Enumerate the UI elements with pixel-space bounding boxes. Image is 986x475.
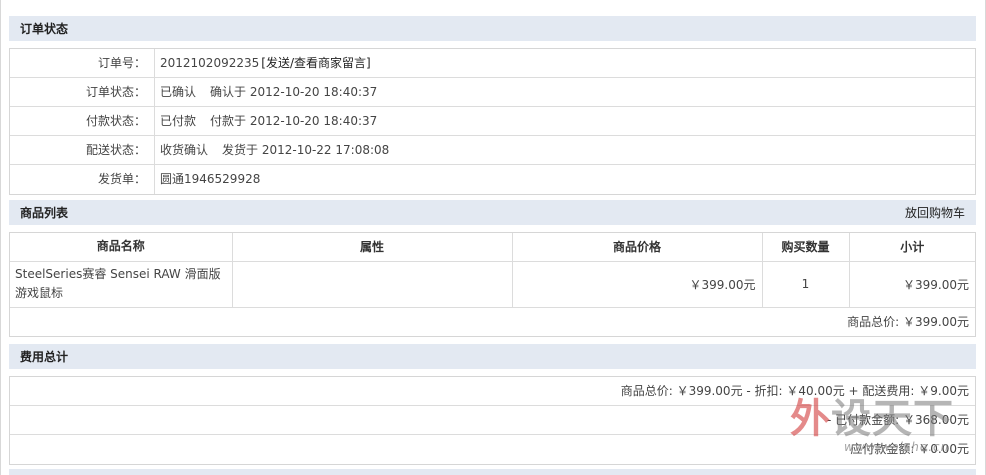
goods-list-title: 商品列表	[20, 206, 69, 220]
goods-table-box: 商品名称 属性 商品价格 购买数量 小计 SteelSeries赛睿 Sense…	[9, 232, 976, 337]
goods-name-link[interactable]: SteelSeries赛睿 Sensei RAW 滑面版游戏鼠标	[10, 261, 233, 308]
fees-table: 商品总价: ￥399.00元 - 折扣: ￥40.00元 + 配送费用: ￥9.…	[9, 376, 976, 465]
invoice-value: 圆通1946529928	[160, 172, 261, 186]
col-subtotal: 小计	[849, 233, 975, 262]
fees-title: 费用总计	[20, 350, 69, 364]
order-number-row: 订单号： 2012102092235 [发送/查看商家留言]	[10, 49, 975, 78]
amount-due: 应付款金额: ￥0.00元	[850, 442, 969, 456]
goods-attributes	[232, 261, 513, 308]
merchant-message-link[interactable]: [发送/查看商家留言]	[261, 56, 370, 70]
order-status-title: 订单状态	[20, 22, 69, 36]
shipping-state: 收货确认	[160, 143, 209, 157]
goods-list-header: 商品列表 放回购物车	[9, 200, 976, 225]
shipping-state-label: 配送状态：	[10, 136, 155, 164]
goods-quantity: 1	[762, 261, 850, 308]
payment-state: 已付款	[160, 114, 197, 128]
goods-total: 商品总价: ￥399.00元	[847, 314, 969, 329]
order-number-label: 订单号：	[10, 49, 155, 77]
col-attributes: 属性	[232, 233, 513, 262]
order-state-row: 订单状态： 已确认 确认于 2012-10-20 18:40:37	[10, 78, 975, 107]
order-state-label: 订单状态：	[10, 78, 155, 106]
order-status-header: 订单状态	[9, 16, 976, 41]
return-to-cart-link[interactable]: 放回购物车	[905, 204, 965, 221]
invoice-row: 发货单： 圆通1946529928	[10, 165, 975, 194]
confirm-time: 确认于 2012-10-20 18:40:37	[210, 85, 378, 99]
invoice-label: 发货单：	[10, 165, 155, 194]
shipping-time: 发货于 2012-10-22 17:08:08	[222, 143, 390, 157]
col-price: 商品价格	[512, 233, 763, 262]
table-row: SteelSeries赛睿 Sensei RAW 滑面版游戏鼠标 ￥399.00…	[10, 261, 975, 308]
goods-table-header-row: 商品名称 属性 商品价格 购买数量 小计	[10, 233, 975, 262]
payment-state-label: 付款状态：	[10, 107, 155, 135]
goods-price: ￥399.00元	[512, 261, 763, 308]
goods-table: 商品名称 属性 商品价格 购买数量 小计 SteelSeries赛睿 Sense…	[10, 233, 975, 308]
fee-breakdown: 商品总价: ￥399.00元 - 折扣: ￥40.00元 + 配送费用: ￥9.…	[10, 377, 975, 406]
goods-subtotal: ￥399.00元	[849, 261, 975, 308]
shipping-state-value: 收货确认 发货于 2012-10-22 17:08:08	[155, 136, 389, 164]
order-state: 已确认	[160, 85, 197, 99]
col-quantity: 购买数量	[762, 233, 850, 262]
payment-time: 付款于 2012-10-20 18:40:37	[210, 114, 378, 128]
payment-state-value: 已付款 付款于 2012-10-20 18:40:37	[155, 107, 377, 135]
order-number-value: 2012102092235 [发送/查看商家留言]	[155, 49, 371, 77]
col-goods-name: 商品名称	[10, 233, 233, 262]
order-state-value: 已确认 确认于 2012-10-20 18:40:37	[155, 78, 377, 106]
shipping-state-row: 配送状态： 收货确认 发货于 2012-10-22 17:08:08	[10, 136, 975, 165]
payment-state-row: 付款状态： 已付款 付款于 2012-10-20 18:40:37	[10, 107, 975, 136]
order-status-table: 订单号： 2012102092235 [发送/查看商家留言] 订单状态： 已确认确…	[9, 48, 976, 195]
next-section-header	[9, 469, 976, 475]
fees-header: 费用总计	[9, 344, 976, 369]
paid-amount: - 已付款金额: ￥368.00元	[10, 406, 975, 435]
order-number: 2012102092235	[160, 56, 260, 70]
